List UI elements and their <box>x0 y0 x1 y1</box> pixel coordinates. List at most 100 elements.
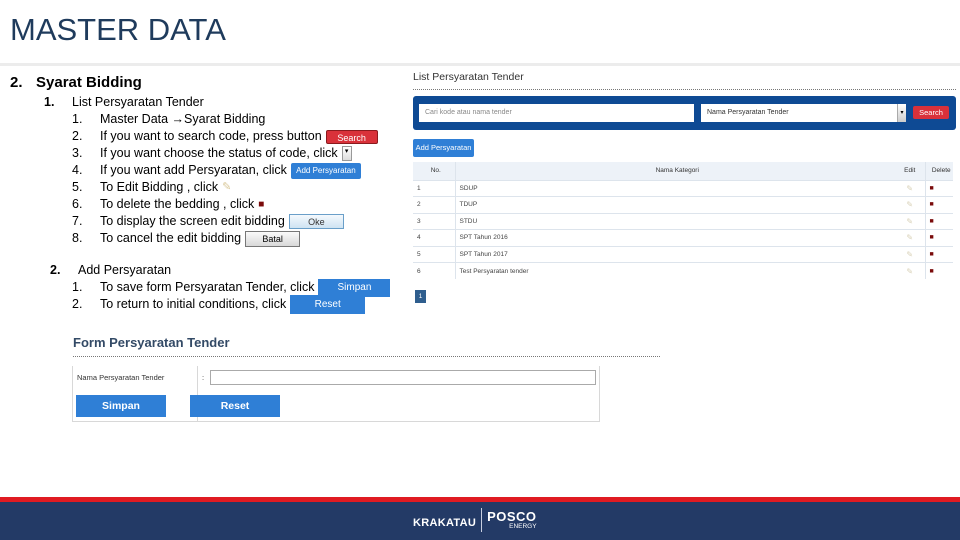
step-number: 2. <box>72 129 83 143</box>
trash-icon[interactable]: ■ <box>930 234 934 241</box>
subsection-heading-list: 1. List Persyaratan Tender <box>44 94 204 111</box>
row-number: 5 <box>413 245 455 263</box>
row-number: 6 <box>413 262 455 279</box>
subsection-number: 1. <box>44 95 55 109</box>
step-item: 1. Master Data →Syarat Bidding <box>72 111 378 128</box>
example-oke-button: Oke <box>288 214 344 229</box>
form-panel-title: Form Persyaratan Tender <box>73 335 230 350</box>
table-row: 4 SPT Tahun 2016 ✎ ■ <box>413 229 953 246</box>
add-steps: 1. To save form Persyaratan Tender, click… <box>72 278 391 314</box>
step-text: To Edit Bidding , click <box>100 180 219 194</box>
logo-energy: ENERGY <box>509 522 537 530</box>
search-button[interactable]: Search <box>913 106 949 119</box>
section-heading: 2. Syarat Bidding <box>10 74 142 91</box>
step-item: 6. To delete the bedding , click ■ <box>72 196 378 213</box>
step-item: 1. To save form Persyaratan Tender, click… <box>72 278 391 297</box>
step-number: 3. <box>72 146 83 160</box>
table-row: 1 SDUP ✎ ■ <box>413 179 953 197</box>
logo-posco-group: POSCO ENERGY <box>487 510 536 531</box>
step-item: 7. To display the screen edit bidding Oke <box>72 213 378 230</box>
simpan-button[interactable]: Simpan <box>76 395 166 417</box>
step-text: To delete the bedding , click <box>100 197 255 211</box>
list-title-divider <box>413 89 956 90</box>
edit-icon[interactable]: ✎ <box>906 250 913 259</box>
step-text: If you want choose the status of code, c… <box>100 146 338 160</box>
example-reset-button: Reset <box>290 295 366 314</box>
step-number: 1. <box>72 112 83 126</box>
step-number: 2. <box>72 297 83 311</box>
field-colon: : <box>202 373 205 382</box>
edit-pencil-icon: ✎ <box>222 181 232 193</box>
reset-button[interactable]: Reset <box>190 395 280 417</box>
edit-icon[interactable]: ✎ <box>906 233 913 242</box>
chevron-down-icon[interactable]: ▾ <box>897 104 906 122</box>
row-name: STDU <box>454 212 895 230</box>
row-number: 2 <box>413 196 455 213</box>
col-header-edit: Edit <box>895 162 925 180</box>
row-name: SPT Tahun 2016 <box>454 229 895 246</box>
table-row: 3 STDU ✎ ■ <box>413 212 953 230</box>
page-title: MASTER DATA <box>10 12 226 47</box>
step-item: 2. To return to initial conditions, click… <box>72 295 390 314</box>
step-item: 2. If you want to search code, press butt… <box>72 128 378 145</box>
row-name: SDUP <box>454 179 895 197</box>
edit-icon[interactable]: ✎ <box>906 184 913 193</box>
persyaratan-table: No. Nama Kategori Edit Delete 1 SDUP ✎ ■ 2 T… <box>413 162 953 279</box>
step-item: 5. To Edit Bidding , click ✎ <box>72 179 378 196</box>
search-input[interactable]: Cari kode atau nama tender <box>419 104 694 122</box>
trash-icon[interactable]: ■ <box>930 251 934 258</box>
subsection-heading-add: 2. Add Persyaratan <box>50 262 171 279</box>
trash-icon[interactable]: ■ <box>930 201 934 208</box>
trash-icon: ■ <box>258 199 265 210</box>
step-item: 8. To cancel the edit bidding Batal <box>72 230 378 247</box>
add-persyaratan-button[interactable]: Add Persyaratan <box>413 139 474 157</box>
step-item: 3. If you want choose the status of code,… <box>72 145 378 162</box>
example-search-button: Search <box>325 129 378 144</box>
title-divider <box>0 63 960 66</box>
filter-select[interactable]: Nama Persyaratan Tender ▾ <box>701 104 906 122</box>
trash-icon[interactable]: ■ <box>930 268 934 275</box>
step-text: To cancel the edit bidding <box>100 231 242 245</box>
trash-icon[interactable]: ■ <box>930 185 934 192</box>
edit-icon[interactable]: ✎ <box>906 200 913 209</box>
logo-separator <box>481 508 483 532</box>
example-add-button: Add Persyaratan <box>290 162 361 179</box>
col-header-delete: Delete <box>924 162 953 180</box>
step-text: To display the screen edit bidding <box>100 214 285 228</box>
step-text: If you want to search code, press button <box>100 129 322 143</box>
step-text: To return to initial conditions, click <box>100 297 287 311</box>
col-header-name: Nama Kategori <box>454 162 895 180</box>
search-bar: Cari kode atau nama tender Nama Persyara… <box>413 96 956 130</box>
col-header-no: No. <box>413 162 455 180</box>
step-number: 6. <box>72 197 83 211</box>
list-steps: 1. Master Data →Syarat Bidding 2. If you w… <box>72 111 378 247</box>
section-number: 2. <box>10 74 23 91</box>
subsection-number: 2. <box>50 263 61 277</box>
dropdown-arrow-icon: ▾ <box>341 146 352 161</box>
step-text: Master Data →Syarat Bidding <box>100 112 266 126</box>
step-number: 7. <box>72 214 83 228</box>
step-item: 4. If you want add Persyaratan, click Add … <box>72 162 378 179</box>
step-number: 5. <box>72 180 83 194</box>
logo-posco: POSCO <box>487 508 537 524</box>
step-number: 1. <box>72 280 83 294</box>
filter-select-value: Nama Persyaratan Tender <box>707 109 789 116</box>
subsection-title: List Persyaratan Tender <box>72 95 204 109</box>
example-batal-button: Batal <box>245 230 301 247</box>
footer: KRAKATAU POSCO ENERGY <box>0 502 960 540</box>
row-name: SPT Tahun 2017 <box>454 245 895 263</box>
table-row: 2 TDUP ✎ ■ <box>413 196 953 213</box>
subsection-title: Add Persyaratan <box>78 263 172 277</box>
row-number: 4 <box>413 229 455 246</box>
section-title: Syarat Bidding <box>36 74 142 91</box>
pagination-page-1[interactable]: 1 <box>415 290 426 303</box>
nama-persyaratan-label: Nama Persyaratan Tender <box>77 373 165 382</box>
edit-icon[interactable]: ✎ <box>906 217 913 226</box>
nama-persyaratan-input[interactable] <box>210 370 596 385</box>
row-number: 1 <box>413 179 455 197</box>
list-panel-title: List Persyaratan Tender <box>413 71 524 83</box>
edit-icon[interactable]: ✎ <box>906 267 913 276</box>
trash-icon[interactable]: ■ <box>930 218 934 225</box>
logo-krakatau: KRAKATAU <box>413 517 477 529</box>
row-name: Test Persyaratan tender <box>454 262 895 279</box>
